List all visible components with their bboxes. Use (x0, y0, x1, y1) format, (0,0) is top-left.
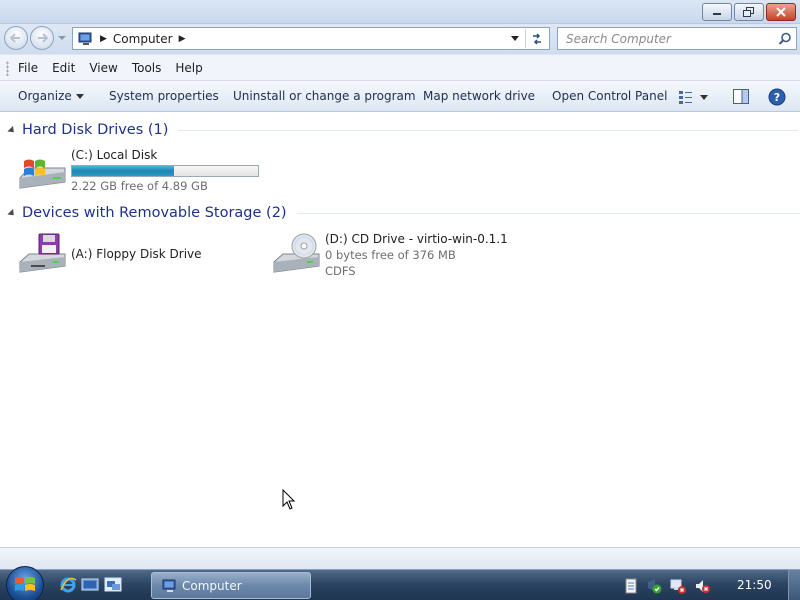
taskbar-button-label: Computer (182, 578, 242, 593)
menu-view[interactable]: View (89, 61, 117, 75)
computer-icon (78, 32, 92, 45)
group-divider (296, 212, 800, 214)
map-network-drive-button[interactable]: Map network drive (423, 89, 535, 103)
open-control-panel-button[interactable]: Open Control Panel (552, 89, 667, 103)
uninstall-program-button[interactable]: Uninstall or change a program (233, 89, 416, 103)
menu-grip (6, 61, 9, 76)
organize-label: Organize (18, 89, 72, 103)
address-bar[interactable]: ▶ Computer ▶ (72, 27, 550, 50)
windows-logo-icon (15, 577, 35, 591)
back-button[interactable] (4, 26, 28, 50)
chevron-down-icon (75, 94, 84, 99)
preview-pane-icon[interactable] (733, 89, 749, 104)
drive-a[interactable]: (A:) Floppy Disk Drive (17, 232, 247, 280)
disk-usage-bar (71, 165, 259, 177)
group-title: Devices with Removable Storage (2) (22, 205, 287, 221)
network-icon[interactable] (670, 578, 686, 594)
drive-name: (A:) Floppy Disk Drive (71, 247, 202, 261)
menu-edit[interactable]: Edit (52, 61, 75, 75)
drive-d[interactable]: (D:) CD Drive - virtio-win-0.1.1 0 bytes… (271, 232, 511, 280)
collapse-arrow-icon[interactable] (7, 208, 17, 219)
group-header-removable[interactable]: Devices with Removable Storage (2) (7, 205, 800, 221)
command-bar: Organize System properties Uninstall or … (0, 81, 800, 112)
search-icon[interactable] (778, 32, 792, 46)
document-icon[interactable] (623, 578, 639, 594)
address-dropdown-icon[interactable] (511, 36, 519, 42)
refresh-icon (532, 32, 541, 45)
back-arrow-icon (10, 33, 20, 43)
drive-name: (D:) CD Drive - virtio-win-0.1.1 (325, 232, 508, 246)
floppy-drive-icon (19, 233, 66, 273)
taskbar-button-computer[interactable]: Computer (151, 572, 311, 599)
restore-icon (743, 7, 754, 17)
mouse-pointer-icon (282, 489, 296, 510)
close-button[interactable] (766, 3, 796, 21)
details-pane (0, 547, 800, 569)
organize-button[interactable]: Organize (18, 89, 84, 103)
computer-icon (162, 579, 176, 592)
drive-c[interactable]: (C:) Local Disk 2.22 GB free of 4.89 GB (17, 148, 267, 196)
forward-arrow-icon (38, 33, 48, 43)
drive-name: (C:) Local Disk (71, 148, 158, 162)
menu-bar: File Edit View Tools Help (0, 54, 800, 81)
collapse-arrow-icon[interactable] (7, 125, 17, 136)
title-bar (0, 0, 800, 24)
clock[interactable]: 21:50 (737, 578, 772, 592)
help-icon[interactable]: ? (768, 88, 786, 106)
breadcrumb-computer[interactable]: Computer (113, 32, 173, 46)
refresh-button[interactable] (525, 29, 547, 48)
drive-filesystem: CDFS (325, 264, 356, 278)
system-properties-button[interactable]: System properties (109, 89, 219, 103)
change-view-button[interactable] (678, 88, 712, 106)
search-input[interactable] (566, 31, 766, 46)
windows-hard-disk-icon (19, 159, 66, 189)
file-list-area[interactable]: Hard Disk Drives (1) (C:) Local Disk 2.2… (0, 112, 800, 547)
show-desktop-button[interactable] (788, 570, 800, 600)
switch-windows-icon[interactable] (104, 576, 122, 594)
menu-file[interactable]: File (18, 61, 38, 75)
navigation-bar: ▶ Computer ▶ (0, 24, 800, 54)
restore-button[interactable] (734, 3, 764, 21)
breadcrumb-separator-icon[interactable]: ▶ (100, 34, 107, 44)
drive-free-space: 2.22 GB free of 4.89 GB (71, 179, 208, 193)
group-title: Hard Disk Drives (1) (22, 122, 169, 138)
group-header-hard-disks[interactable]: Hard Disk Drives (1) (7, 122, 799, 138)
start-button[interactable] (6, 566, 44, 600)
menu-tools[interactable]: Tools (132, 61, 162, 75)
minimize-button[interactable] (702, 3, 732, 21)
view-options-icon (679, 91, 692, 104)
action-center-icon[interactable] (646, 578, 662, 594)
breadcrumb-chevron-icon[interactable]: ▶ (179, 34, 186, 44)
search-box[interactable] (557, 27, 797, 50)
svg-text:?: ? (774, 91, 780, 104)
volume-muted-icon[interactable] (694, 578, 710, 594)
internet-explorer-icon[interactable] (59, 576, 77, 594)
chevron-down-icon (700, 94, 708, 100)
close-icon (776, 7, 786, 17)
forward-button[interactable] (30, 26, 54, 50)
taskbar: Computer 21:50 (0, 566, 800, 600)
show-desktop-icon[interactable] (81, 576, 99, 594)
drive-free-space: 0 bytes free of 376 MB (325, 248, 456, 262)
cd-drive-icon (273, 233, 320, 273)
group-divider (178, 129, 799, 131)
menu-help[interactable]: Help (175, 61, 202, 75)
disk-usage-fill (72, 166, 174, 176)
minimize-icon (713, 13, 721, 15)
recent-pages-dropdown[interactable] (58, 34, 66, 42)
